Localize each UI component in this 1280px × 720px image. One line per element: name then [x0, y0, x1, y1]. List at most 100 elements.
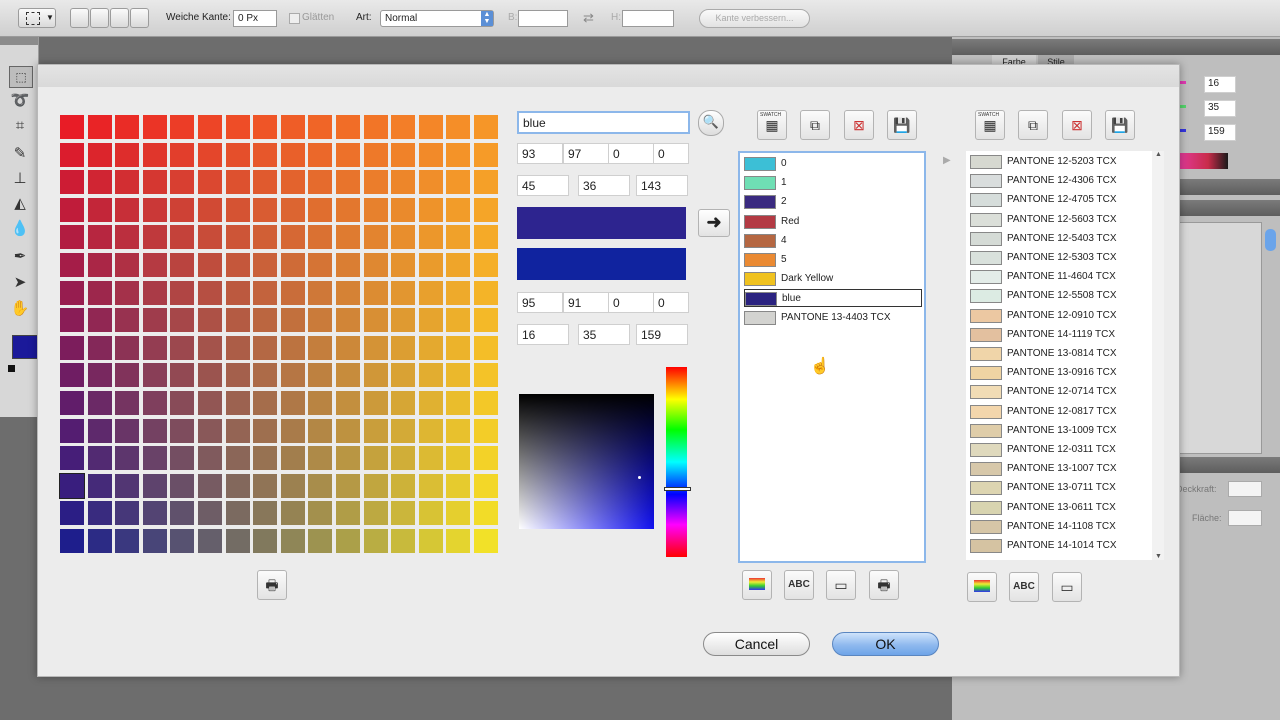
color-grid-cell[interactable]	[115, 363, 140, 388]
color-grid-cell[interactable]	[170, 197, 195, 222]
color-grid-cell[interactable]	[391, 225, 416, 250]
swatch-list-item[interactable]: PANTONE 12-4306 TCX	[970, 172, 1148, 190]
color-grid-cell[interactable]	[336, 142, 360, 167]
blue-top-field[interactable]: 143	[636, 175, 688, 196]
color-grid-cell[interactable]	[225, 115, 250, 139]
color-grid[interactable]	[59, 115, 501, 556]
swatch-list-item[interactable]: PANTONE 12-0714 TCX	[970, 383, 1148, 401]
lasso-tool-icon[interactable]: ➰	[9, 91, 31, 111]
color-grid-cell[interactable]	[225, 308, 250, 333]
color-grid-cell[interactable]	[115, 446, 140, 471]
color-grid-cell[interactable]	[115, 308, 140, 333]
layers-list[interactable]	[1178, 222, 1262, 454]
color-grid-cell[interactable]	[336, 363, 360, 388]
color-grid-cell[interactable]	[474, 446, 498, 471]
document-swatch-list[interactable]: 0 1 2 Red 4 5 Dark Yellow blue PANTONE 13-4403 T…	[738, 151, 926, 563]
color-grid-cell[interactable]	[474, 142, 498, 167]
color-grid-cell[interactable]	[60, 115, 84, 139]
color-grid-cell[interactable]	[418, 308, 443, 333]
color-grid-cell[interactable]	[474, 225, 498, 250]
color-grid-cell[interactable]	[253, 529, 278, 553]
color-grid-cell[interactable]	[142, 170, 167, 195]
color-picker-marker[interactable]	[638, 476, 641, 479]
color-grid-cell[interactable]	[391, 473, 416, 498]
yellow-top-field[interactable]: 0	[608, 143, 654, 164]
swatch-list-item[interactable]: blue	[744, 289, 922, 308]
color-grid-cell[interactable]	[87, 529, 112, 553]
color-grid-cell[interactable]	[363, 391, 388, 415]
color-grid-cell[interactable]	[170, 446, 195, 471]
library-swatch-list[interactable]: PANTONE 12-5203 TCX PANTONE 12-4306 TCX PA…	[966, 151, 1152, 560]
color-grid-cell[interactable]	[391, 308, 416, 333]
color-grid-cell[interactable]	[418, 225, 443, 250]
color-grid-cell[interactable]	[115, 280, 140, 305]
color-grid-cell[interactable]	[60, 418, 84, 443]
color-grid-cell[interactable]	[253, 363, 278, 388]
color-grid-cell[interactable]	[474, 170, 498, 195]
color-grid-cell[interactable]	[142, 142, 167, 167]
color-grid-cell[interactable]	[170, 363, 195, 388]
color-grid-cell[interactable]	[225, 197, 250, 222]
color-grid-cell[interactable]	[391, 253, 416, 277]
color-grid-cell[interactable]	[115, 142, 140, 167]
swatch-list-item[interactable]: PANTONE 13-1009 TCX	[970, 422, 1148, 440]
color-grid-cell[interactable]	[170, 473, 195, 498]
color-grid-cell[interactable]	[142, 446, 167, 471]
subtract-selection-button[interactable]	[110, 8, 129, 28]
red-top-field[interactable]: 45	[517, 175, 569, 196]
color-grid-cell[interactable]	[198, 225, 222, 250]
color-grid-cell[interactable]	[280, 335, 305, 360]
color-grid-cell[interactable]	[474, 253, 498, 277]
color-grid-cell[interactable]	[225, 280, 250, 305]
color-grid-cell[interactable]	[391, 501, 416, 526]
color-grid-cell[interactable]	[253, 253, 278, 277]
color-grid-cell[interactable]	[308, 170, 333, 195]
color-grid-cell[interactable]	[115, 115, 140, 139]
color-grid-cell[interactable]	[391, 170, 416, 195]
pen-tool-icon[interactable]: ✒	[9, 247, 31, 267]
swatch-list-item[interactable]: 2	[744, 193, 922, 211]
color-grid-cell[interactable]	[253, 170, 278, 195]
color-grid-cell[interactable]	[87, 308, 112, 333]
color-grid-cell[interactable]	[474, 473, 498, 498]
color-grid-cell[interactable]	[280, 418, 305, 443]
color-grid-cell[interactable]	[418, 418, 443, 443]
color-grid-cell[interactable]	[142, 363, 167, 388]
color-grid-cell[interactable]	[87, 253, 112, 277]
color-grid-cell[interactable]	[225, 529, 250, 553]
color-grid-cell[interactable]	[87, 225, 112, 250]
color-grid-cell[interactable]	[308, 253, 333, 277]
green-top-field[interactable]: 36	[578, 175, 630, 196]
green-bottom-field[interactable]: 35	[578, 324, 630, 345]
color-grid-cell[interactable]	[391, 391, 416, 415]
color-grid-cell[interactable]	[60, 197, 84, 222]
color-grid-cell[interactable]	[474, 280, 498, 305]
color-grid-cell[interactable]	[87, 473, 112, 498]
color-grid-cell[interactable]	[308, 308, 333, 333]
color-grid-cell[interactable]	[474, 197, 498, 222]
yellow-bottom-field[interactable]: 0	[608, 292, 654, 313]
color-grid-cell[interactable]	[142, 501, 167, 526]
swatch-list-item[interactable]: 5	[744, 251, 922, 269]
search-icon[interactable]: 🔍	[698, 110, 724, 136]
color-grid-cell[interactable]	[446, 142, 471, 167]
color-grid-cell[interactable]	[198, 418, 222, 443]
refine-edge-button[interactable]: Kante verbessern...	[699, 9, 810, 28]
width-input[interactable]	[518, 10, 568, 27]
marquee-tool-icon[interactable]: ⬚	[9, 66, 33, 88]
abc-view-button[interactable]: ABC	[784, 570, 814, 600]
swatch-list-item[interactable]: PANTONE 12-0817 TCX	[970, 403, 1148, 421]
brush-tool-icon[interactable]: ✎	[9, 144, 31, 164]
color-grid-cell[interactable]	[170, 501, 195, 526]
color-grid-cell[interactable]	[308, 225, 333, 250]
color-grid-cell[interactable]	[474, 308, 498, 333]
r-value-field[interactable]: 16	[1204, 76, 1236, 93]
color-grid-cell[interactable]	[391, 418, 416, 443]
color-grid-cell[interactable]	[446, 335, 471, 360]
color-grid-cell[interactable]	[142, 225, 167, 250]
color-grid-cell[interactable]	[280, 501, 305, 526]
color-grid-cell[interactable]	[308, 418, 333, 443]
hand-tool-icon[interactable]: ✋	[9, 299, 31, 319]
swatch-list-item[interactable]: PANTONE 12-5403 TCX	[970, 230, 1148, 248]
color-grid-cell[interactable]	[225, 501, 250, 526]
